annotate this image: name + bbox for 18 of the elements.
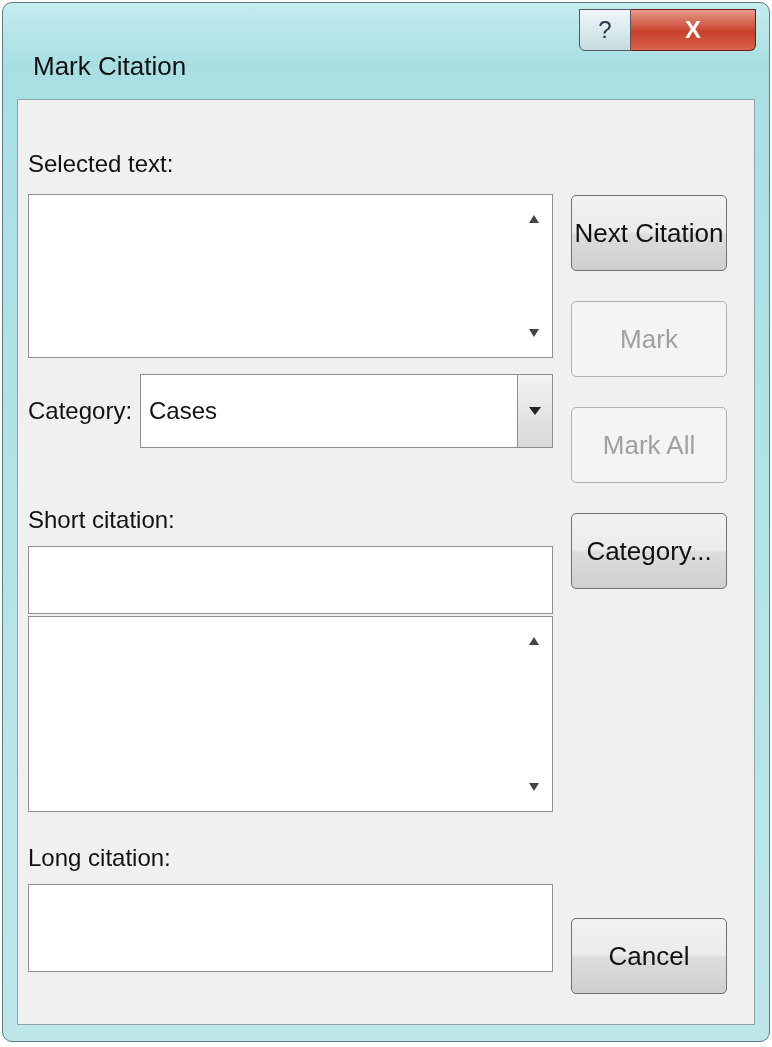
category-dropdown[interactable]: Cases: [140, 374, 553, 448]
dropdown-arrow-icon[interactable]: [529, 407, 541, 415]
short-citation-field[interactable]: [28, 546, 553, 614]
scroll-down-icon[interactable]: [529, 329, 539, 337]
field-label: Selected text:: [28, 149, 174, 179]
long-citation-field[interactable]: [28, 884, 553, 972]
close-button[interactable]: X: [631, 9, 756, 51]
scroll-down-icon[interactable]: [529, 783, 539, 791]
dialog-button[interactable]: Cancel: [571, 918, 727, 994]
help-button[interactable]: ?: [579, 9, 631, 51]
field-label: Category:: [28, 396, 134, 426]
dialog-button[interactable]: Next Citation: [571, 195, 727, 271]
field-label: Short citation:: [28, 505, 175, 535]
scroll-up-icon[interactable]: [529, 637, 539, 645]
dialog-button[interactable]: Category...: [571, 513, 727, 589]
scroll-up-icon[interactable]: [529, 215, 539, 223]
window-title: Mark Citation: [33, 51, 187, 82]
field-label: Long citation:: [28, 843, 171, 873]
